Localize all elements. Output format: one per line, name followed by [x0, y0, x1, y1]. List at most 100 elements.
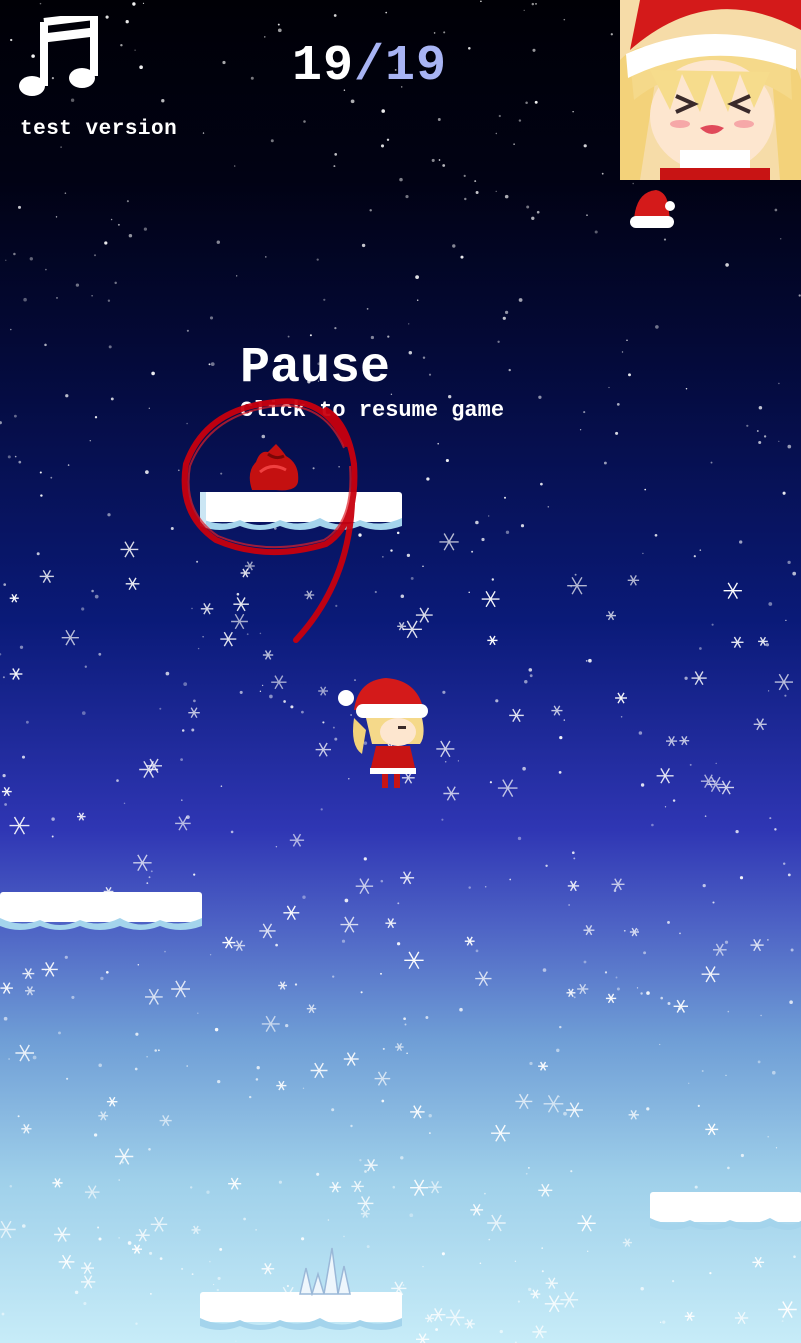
star	[360, 991, 363, 994]
star	[327, 1219, 330, 1221]
star	[610, 33, 613, 36]
character-portrait	[620, 0, 801, 180]
snowflake	[191, 1225, 201, 1235]
snowflake	[283, 905, 300, 921]
star	[181, 799, 183, 801]
star	[509, 878, 512, 881]
star	[89, 439, 92, 442]
snowflake	[410, 1179, 429, 1196]
star	[475, 520, 479, 525]
star	[790, 948, 794, 952]
star	[382, 1047, 385, 1050]
star	[529, 674, 533, 678]
star	[757, 1060, 761, 1064]
star	[408, 323, 410, 325]
star	[66, 1077, 69, 1080]
star	[408, 350, 413, 355]
snowflake	[145, 988, 163, 1005]
star	[679, 932, 681, 935]
star	[209, 954, 212, 956]
star	[724, 940, 729, 944]
snowflake	[428, 1180, 442, 1194]
star	[409, 1213, 414, 1218]
star	[341, 939, 346, 943]
star	[125, 20, 129, 24]
star	[502, 316, 506, 320]
star	[98, 1063, 102, 1068]
star	[81, 711, 86, 715]
star	[64, 955, 68, 959]
star	[212, 1283, 215, 1286]
snowflake	[357, 1196, 374, 1211]
star	[479, 1262, 482, 1265]
star	[704, 815, 707, 817]
star	[387, 335, 390, 338]
star	[709, 1272, 712, 1275]
star	[359, 1159, 362, 1162]
snowflake	[81, 1262, 94, 1275]
star	[239, 690, 243, 694]
star	[159, 707, 162, 710]
snowflake	[159, 1115, 172, 1127]
star	[65, 394, 69, 398]
snowflake	[566, 988, 576, 998]
star	[322, 721, 325, 724]
star	[488, 1238, 491, 1241]
star	[583, 144, 587, 148]
star	[785, 619, 787, 622]
star	[51, 835, 54, 838]
star	[646, 991, 650, 995]
star	[94, 416, 98, 419]
star	[114, 281, 117, 285]
snowflake	[0, 982, 13, 994]
star	[264, 36, 266, 38]
star	[332, 975, 335, 978]
star	[364, 1170, 367, 1173]
star	[4, 803, 7, 806]
star	[210, 362, 215, 366]
star	[699, 647, 702, 650]
star	[303, 120, 306, 123]
star	[219, 1247, 223, 1251]
star	[369, 209, 372, 212]
music-note-icon[interactable]	[18, 16, 98, 100]
snowflake	[52, 1178, 63, 1188]
star	[628, 373, 631, 377]
star	[17, 1115, 20, 1118]
star	[616, 403, 620, 406]
star	[621, 351, 624, 353]
star	[216, 1288, 219, 1292]
star	[148, 1148, 151, 1151]
star	[672, 799, 676, 802]
star	[422, 565, 424, 567]
star	[343, 1235, 345, 1238]
star	[779, 237, 782, 240]
snowflake	[611, 878, 625, 891]
star	[489, 781, 492, 784]
snowflake	[125, 577, 140, 591]
star	[100, 976, 104, 981]
star	[471, 550, 474, 553]
star	[525, 1172, 528, 1175]
snowflake	[1, 786, 12, 797]
star	[181, 729, 185, 732]
star	[145, 470, 149, 474]
snowflake	[543, 1094, 564, 1113]
star	[735, 829, 739, 834]
star	[767, 1135, 769, 1138]
star	[563, 719, 566, 721]
game-canvas[interactable]: test version 19/19 Pause Click to resume…	[0, 0, 801, 1343]
star	[39, 2, 42, 5]
star	[334, 326, 337, 330]
star	[71, 995, 75, 999]
star	[541, 1247, 544, 1249]
snowflake	[351, 1180, 364, 1193]
star	[646, 1107, 650, 1111]
star	[563, 1111, 567, 1116]
star	[29, 257, 33, 261]
star	[505, 530, 510, 534]
star	[499, 1329, 503, 1334]
star	[529, 1061, 533, 1066]
snowflake	[443, 786, 460, 801]
star	[277, 23, 280, 26]
